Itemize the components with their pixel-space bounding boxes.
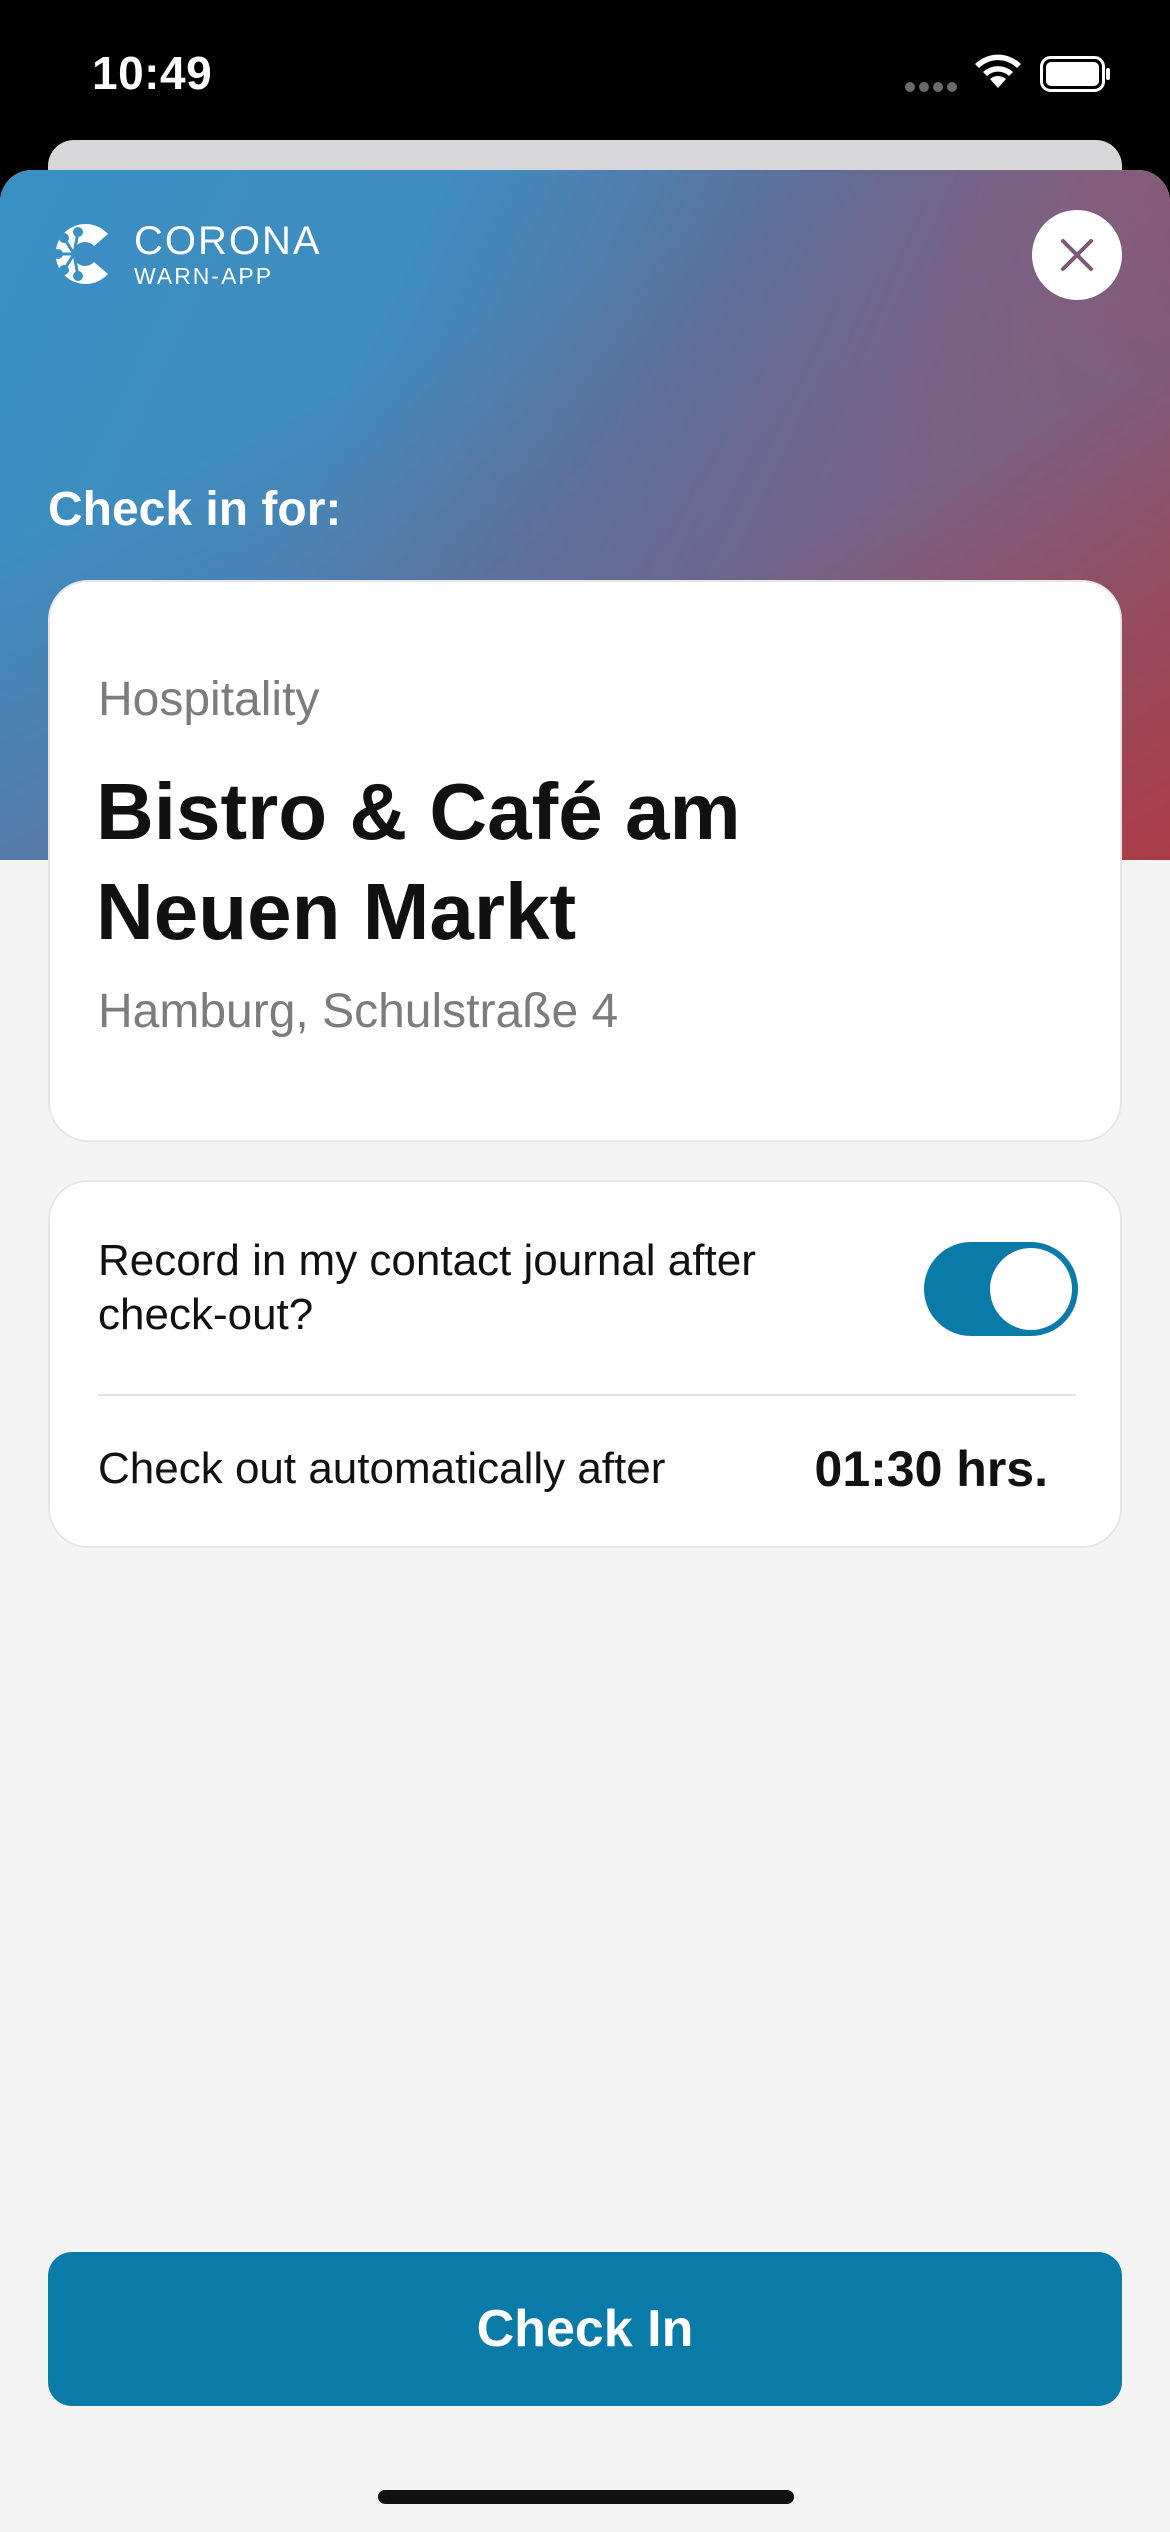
- options-card: Record in my contact journal after check…: [48, 1180, 1122, 1548]
- close-icon: [1061, 239, 1093, 271]
- cellular-signal-icon: [905, 82, 957, 92]
- divider: [98, 1394, 1076, 1396]
- close-button[interactable]: [1032, 210, 1122, 300]
- home-indicator: [378, 2490, 794, 2504]
- logo-title: CORONA: [134, 219, 322, 263]
- venue-name: Bistro & Café am Neuen Markt: [96, 767, 741, 956]
- venue-type: Hospitality: [98, 673, 320, 726]
- auto-checkout-label: Check out automatically after: [98, 1444, 666, 1493]
- journal-toggle-label: Record in my contact journal after check…: [98, 1236, 756, 1339]
- venue-card: Hospitality Bistro & Café am Neuen Markt…: [48, 580, 1122, 1142]
- toggle-knob: [990, 1248, 1072, 1330]
- logo-text: CORONA WARN-APP: [134, 219, 322, 289]
- venue-address: Hamburg, Schulstraße 4: [98, 985, 619, 1038]
- journal-toggle[interactable]: [924, 1242, 1078, 1336]
- status-time: 10:49: [92, 47, 213, 99]
- corona-logo-icon: [53, 224, 108, 284]
- auto-checkout-duration[interactable]: 01:30 hrs.: [815, 1440, 1048, 1498]
- check-in-button-label: Check In: [476, 2300, 694, 2358]
- wifi-icon: [975, 54, 1021, 88]
- logo-subtitle: WARN-APP: [134, 263, 274, 289]
- screen: 10:49 CORONA WARN-APP Check in for: Hosp…: [0, 0, 1170, 2532]
- app-logo: CORONA WARN-APP: [48, 212, 322, 296]
- status-bar: 10:49: [0, 0, 1170, 140]
- battery-icon: [1040, 56, 1110, 92]
- check-in-button[interactable]: Check In: [48, 2252, 1122, 2406]
- page-subtitle: Check in for:: [48, 483, 342, 536]
- checkin-sheet: CORONA WARN-APP Check in for: Hospitalit…: [0, 170, 1170, 2532]
